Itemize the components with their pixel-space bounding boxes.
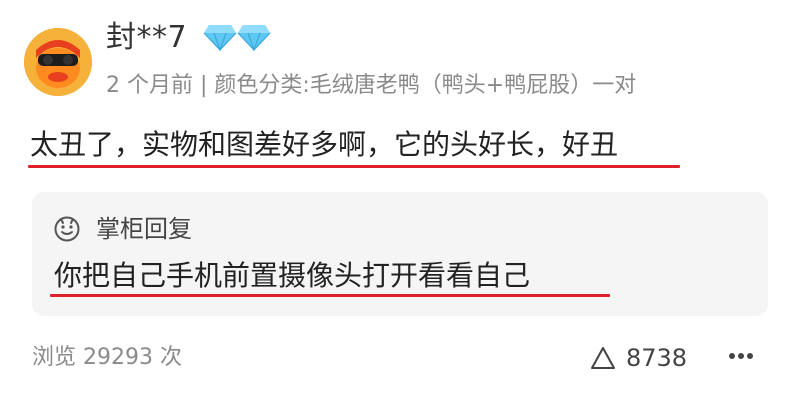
reply-underline xyxy=(50,294,610,297)
more-dots-icon[interactable] xyxy=(728,346,754,366)
seller-reply-text: 你把自己手机前置摄像头打开看看自己 xyxy=(54,259,531,292)
comment-underline xyxy=(28,165,680,168)
review-card: 封**7 2 个月前 | 颜色分类:毛绒唐老鸭（鸭头+鸭屁股）一对 太丑了，实物… xyxy=(0,0,800,401)
diamond-icon xyxy=(203,25,237,52)
avatar[interactable] xyxy=(24,28,92,96)
user-badges xyxy=(203,22,273,54)
triangle-up-icon xyxy=(591,347,615,369)
review-meta: 2 个月前 | 颜色分类:毛绒唐老鸭（鸭头+鸭屁股）一对 xyxy=(106,73,637,98)
like-button[interactable]: 8738 xyxy=(590,340,687,376)
smiley-face-icon xyxy=(54,216,80,242)
diamond-icon xyxy=(237,25,271,52)
review-comment: 太丑了，实物和图差好多啊，它的头好长，好丑 xyxy=(30,128,619,161)
view-count: 浏览 29293 次 xyxy=(32,345,182,370)
seller-reply-box: 掌柜回复 你把自己手机前置摄像头打开看看自己 xyxy=(32,192,768,316)
seller-reply-title: 掌柜回复 xyxy=(96,215,192,243)
duck-avatar-icon xyxy=(24,28,92,96)
username[interactable]: 封**7 xyxy=(106,18,187,58)
like-count: 8738 xyxy=(626,344,688,372)
